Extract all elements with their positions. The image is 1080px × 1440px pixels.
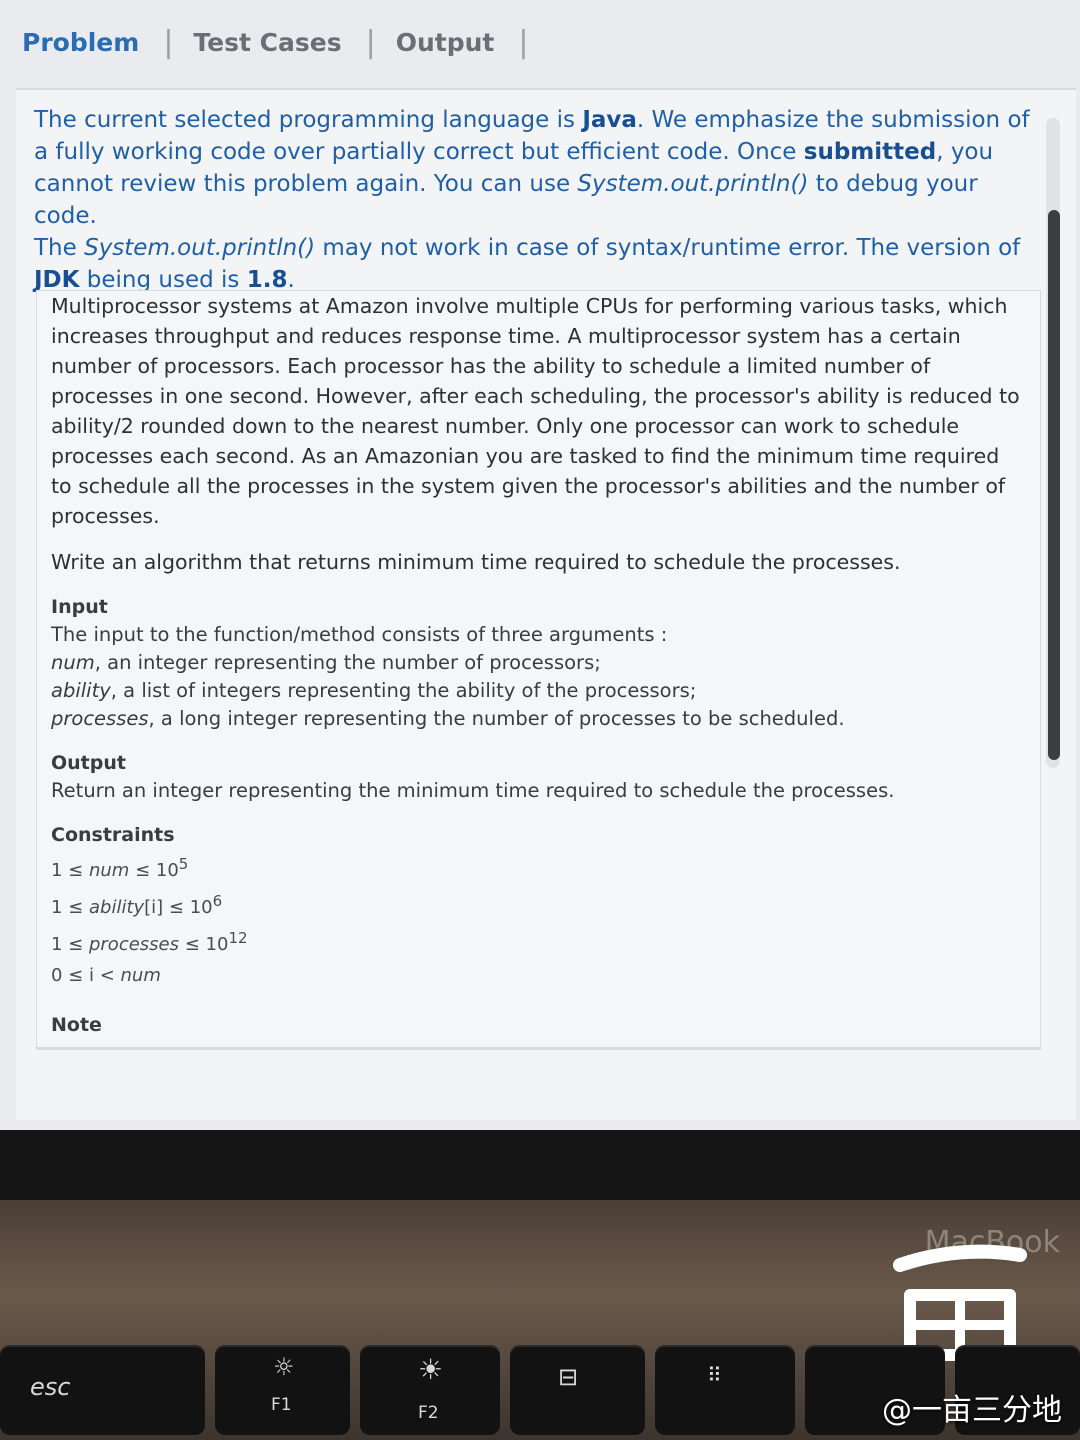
language-name: Java — [582, 107, 637, 133]
constraint-index-range: 0 ≤ i < num — [51, 960, 1022, 991]
watermark-text: @一亩三分地 — [882, 1393, 1062, 1428]
f2-key[interactable]: ☀ F2 — [360, 1345, 500, 1435]
arg-processes: processes, a long integer representing t… — [51, 705, 1022, 733]
arg-ability: ability, a list of integers representing… — [51, 677, 1022, 705]
tab-output[interactable]: Output — [392, 28, 499, 57]
constraint-index: [i] — [144, 897, 164, 918]
output-title: Output — [51, 752, 126, 774]
constraint-var: num — [120, 965, 161, 986]
constraint-num: 1 ≤ num ≤ 105 — [51, 849, 1022, 886]
f4-key[interactable]: ⠿ — [655, 1345, 795, 1435]
constraint-exponent: 6 — [212, 892, 223, 910]
input-title: Input — [51, 596, 108, 618]
arg-num: num, an integer representing the number … — [51, 649, 1022, 677]
f2-key-label: F2 — [418, 1403, 439, 1423]
brightness-down-icon: ☼ — [273, 1353, 295, 1381]
constraint-text: 0 ≤ i < — [51, 965, 121, 986]
notice-text: The — [34, 235, 85, 261]
constraint-exponent: 5 — [178, 855, 189, 873]
app-screen: Problem | Test Cases | Output | The curr… — [0, 0, 1080, 1130]
constraint-text: 1 ≤ — [51, 860, 89, 881]
problem-content[interactable]: Multiprocessor systems at Amazon involve… — [36, 290, 1041, 1050]
constraints-list: 1 ≤ num ≤ 105 1 ≤ ability[i] ≤ 106 1 ≤ p… — [51, 849, 1022, 991]
arg-desc: , a list of integers representing the ab… — [110, 679, 697, 702]
scrollbar-thumb[interactable] — [1048, 210, 1060, 760]
problem-description: Multiprocessor systems at Amazon involve… — [51, 294, 1020, 528]
output-body: Return an integer representing the minim… — [51, 779, 895, 802]
constraint-text: ≤ 10 — [163, 897, 213, 918]
arg-desc: , an integer representing the number of … — [94, 651, 601, 674]
tab-separator: | — [163, 24, 174, 60]
constraints-title: Constraints — [51, 824, 175, 846]
constraint-exponent: 12 — [228, 929, 248, 947]
esc-key-label: esc — [30, 1373, 71, 1401]
println-code: System.out.println() — [84, 235, 316, 261]
constraint-ability: 1 ≤ ability[i] ≤ 106 — [51, 886, 1022, 923]
tab-separator: | — [518, 24, 529, 60]
constraint-text: 1 ≤ — [51, 897, 89, 918]
constraint-var: ability — [88, 897, 145, 918]
constraint-text: ≤ 10 — [129, 860, 179, 881]
submitted-word: submitted — [803, 139, 937, 165]
note-title: Note — [51, 1014, 102, 1036]
notice-text: may not work in case of syntax/runtime e… — [315, 235, 1021, 261]
tab-test-cases[interactable]: Test Cases — [189, 28, 345, 57]
notice-text: The current selected programming languag… — [34, 107, 583, 133]
tab-problem[interactable]: Problem — [18, 28, 143, 57]
problem-task: Write an algorithm that returns minimum … — [51, 550, 901, 574]
f3-key[interactable]: ⊟ — [510, 1345, 645, 1435]
constraint-var: num — [88, 860, 130, 881]
arg-name: ability — [51, 679, 111, 702]
arg-name: processes — [51, 707, 149, 730]
tab-separator: | — [365, 24, 376, 60]
constraint-var: processes — [88, 934, 180, 955]
input-intro: The input to the function/method consist… — [51, 623, 668, 646]
arg-desc: , a long integer representing the number… — [148, 707, 845, 730]
launchpad-icon: ⠿ — [707, 1363, 722, 1387]
constraint-text: 1 ≤ — [51, 934, 89, 955]
f1-key[interactable]: ☼ F1 — [215, 1345, 350, 1435]
esc-key[interactable]: esc — [0, 1345, 205, 1435]
tab-bar: Problem | Test Cases | Output | — [18, 18, 544, 66]
arg-name: num — [51, 651, 95, 674]
f1-key-label: F1 — [271, 1395, 292, 1415]
input-section: The input to the function/method consist… — [51, 621, 1022, 733]
constraint-processes: 1 ≤ processes ≤ 1012 — [51, 923, 1022, 960]
brightness-up-icon: ☀ — [418, 1353, 444, 1386]
mission-control-icon: ⊟ — [558, 1363, 579, 1391]
println-code: System.out.println() — [577, 171, 809, 197]
constraint-text: ≤ 10 — [179, 934, 229, 955]
problem-panel: The current selected programming languag… — [16, 88, 1076, 1120]
language-notice: The current selected programming languag… — [34, 104, 1034, 296]
